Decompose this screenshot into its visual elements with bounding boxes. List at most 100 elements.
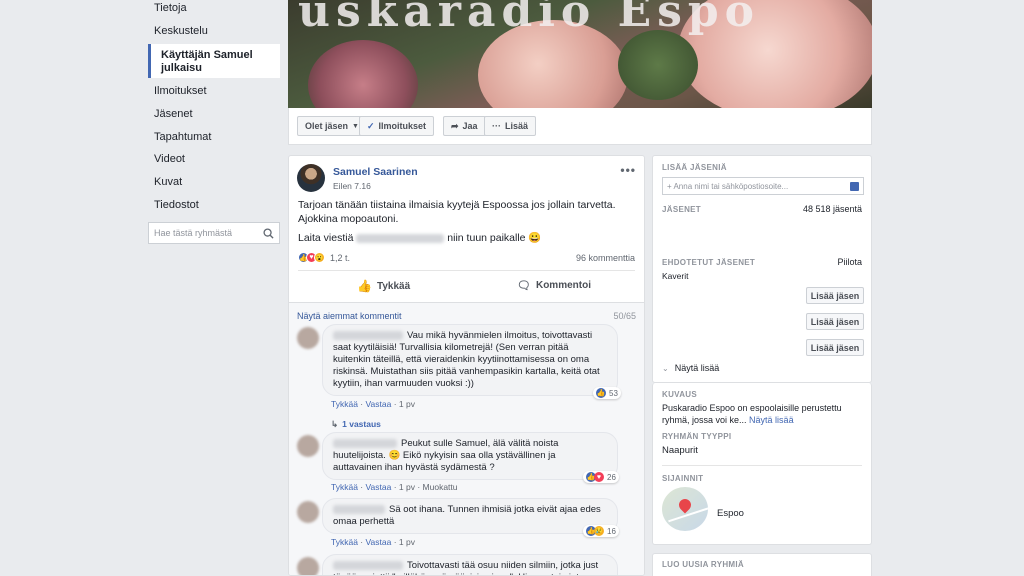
- add-member-input[interactable]: + Anna nimi tai sähköpostiosoite...: [662, 177, 864, 195]
- post-text-line1: Tarjoan tänään tiistaina ilmaisia kyytej…: [298, 199, 616, 211]
- show-more-suggestions[interactable]: ⌄ Näytä lisää: [662, 362, 719, 375]
- commenter-avatar[interactable]: [297, 557, 319, 575]
- commenter-avatar[interactable]: [297, 435, 319, 457]
- notifications-label: Ilmoitukset: [378, 121, 427, 131]
- comment-reply-link[interactable]: Vastaa: [366, 399, 392, 409]
- comment-button[interactable]: 🗨 Kommentoi: [517, 279, 591, 292]
- search-icon[interactable]: [263, 227, 274, 239]
- location-map[interactable]: [662, 487, 708, 531]
- like-button-label: Tykkää: [376, 280, 411, 292]
- nav-item-kuvat[interactable]: Kuvat: [148, 171, 280, 194]
- comment-reply-link[interactable]: Vastaa: [366, 482, 392, 492]
- add-member-button[interactable]: Lisää jäsen: [806, 313, 864, 330]
- group-action-bar: Olet jäsen ▼ ✓ Ilmoitukset ➦ Jaa ··· Lisää: [288, 108, 872, 145]
- reaction-count: 1,2 t.: [330, 252, 351, 263]
- comment-reaction-count: 16: [607, 526, 616, 536]
- nav-item-tietoja[interactable]: Tietoja: [148, 0, 280, 20]
- notifications-button[interactable]: ✓ Ilmoitukset: [359, 116, 435, 136]
- comment-reactions[interactable]: 👍 😢 16: [583, 525, 619, 537]
- hide-suggestions-link[interactable]: Piilota: [837, 256, 862, 268]
- description-more-link[interactable]: Näytä lisää: [749, 415, 794, 425]
- redacted-name: [333, 504, 385, 514]
- show-previous-comments[interactable]: Näytä aiemmat kommentit: [297, 311, 402, 321]
- nav-item-ilmoitukset[interactable]: Ilmoitukset: [148, 80, 280, 103]
- comment-like-link[interactable]: Tykkää: [331, 537, 358, 547]
- comments-pagination: 50/65: [613, 311, 636, 321]
- comment-bubble: Vau mikä hyvänmielen ilmoitus, toivottav…: [322, 324, 618, 396]
- contact-book-icon[interactable]: [850, 181, 859, 191]
- redacted-phone: [356, 233, 445, 243]
- comments-section: Näytä aiemmat kommentit 50/65 Vau mikä h…: [289, 302, 644, 575]
- thumbs-up-icon: 👍: [357, 279, 372, 293]
- add-member-placeholder: + Anna nimi tai sähköpostiosoite...: [667, 181, 789, 191]
- comment-count[interactable]: 96 kommenttia: [576, 253, 635, 263]
- wow-reaction-icon: 😮: [314, 252, 325, 263]
- comment-time: 1 pv: [398, 537, 415, 547]
- like-reaction-icon: 👍: [596, 388, 606, 398]
- group-type-title: RYHMÄN TYYPPI: [662, 432, 732, 441]
- cover-title: uskaradio Espo: [298, 0, 761, 37]
- group-info-card: KUVAUS Puskaradio Espoo on espoolaisille…: [652, 383, 872, 545]
- replies-count: 1 vastaus: [342, 419, 381, 429]
- comment-reactions[interactable]: 👍 ♥ 26: [583, 471, 619, 483]
- nav-item-videot[interactable]: Videot: [148, 148, 280, 171]
- map-pin-icon: [676, 496, 694, 514]
- show-more-label: Näytä lisää: [674, 363, 720, 373]
- comment-reaction-count: 53: [609, 388, 618, 398]
- add-member-button[interactable]: Lisää jäsen: [806, 339, 864, 356]
- post-author[interactable]: Samuel Saarinen: [333, 166, 418, 178]
- members-count[interactable]: 48 518 jäsentä: [803, 203, 862, 215]
- nav-item-jasenet[interactable]: Jäsenet: [148, 103, 280, 126]
- post-options-icon[interactable]: •••: [620, 163, 636, 177]
- group-nav: Tietoja Keskustelu Käyttäjän Samuel julk…: [148, 0, 280, 217]
- comment-bubble: Toivottavasti tää osuu niiden silmiin, j…: [322, 554, 618, 575]
- comment-reactions[interactable]: 👍 53: [593, 387, 621, 399]
- location-value[interactable]: Espoo: [717, 508, 744, 520]
- locations-title: SIJAINNIT: [662, 474, 704, 483]
- comment-button-label: Kommentoi: [535, 280, 591, 291]
- share-button[interactable]: ➦ Jaa: [443, 116, 486, 136]
- members-title: JÄSENET: [662, 205, 701, 214]
- add-member-button[interactable]: Lisää jäsen: [806, 287, 864, 304]
- friends-label: Kaverit: [662, 271, 689, 281]
- check-icon: ✓: [367, 120, 375, 131]
- comment-edited[interactable]: Muokattu: [423, 482, 458, 492]
- description: Puskaradio Espoo on espoolaisille perust…: [662, 402, 862, 426]
- more-button[interactable]: ··· Lisää: [484, 116, 537, 136]
- group-search-input[interactable]: Hae tästä ryhmästä: [148, 222, 280, 244]
- comment-reply-link[interactable]: Vastaa: [366, 537, 392, 547]
- author-avatar[interactable]: [297, 164, 325, 192]
- member-status-label: Olet jäsen: [305, 121, 349, 131]
- group-search-placeholder: Hae tästä ryhmästä: [154, 228, 233, 238]
- post-timestamp[interactable]: Eilen 7.16: [333, 181, 371, 191]
- group-type-value: Naapurit: [662, 445, 698, 456]
- like-button[interactable]: 👍 Tykkää: [357, 279, 410, 293]
- replies-link[interactable]: ↳ 1 vastaus: [331, 419, 381, 430]
- post-text-line3: Laita viestiä niin tuun paikalle 😀: [298, 231, 542, 244]
- nav-item-tiedostot[interactable]: Tiedostot: [148, 194, 280, 217]
- commenter-avatar[interactable]: [297, 501, 319, 523]
- divider: [662, 465, 862, 466]
- more-label: Lisää: [505, 121, 529, 131]
- nav-item-keskustelu[interactable]: Keskustelu: [148, 20, 280, 43]
- sad-reaction-icon: 😢: [594, 526, 604, 536]
- comment-like-link[interactable]: Tykkää: [331, 482, 358, 492]
- share-icon: ➦: [451, 120, 459, 131]
- post-text-line2: Ajokkina mopoautoni.: [298, 213, 399, 225]
- member-status-button[interactable]: Olet jäsen ▼: [297, 116, 367, 136]
- more-dots-icon: ···: [492, 121, 501, 131]
- nav-item-tapahtumat[interactable]: Tapahtumat: [148, 126, 280, 149]
- nav-item-samuel-post[interactable]: Käyttäjän Samuel julkaisu: [148, 44, 280, 79]
- comment-time: 1 pv: [398, 482, 415, 492]
- redacted-name: [333, 560, 403, 570]
- commenter-avatar[interactable]: [297, 327, 319, 349]
- post-reactions[interactable]: 👍 ♥ 😮 1,2 t.: [298, 252, 350, 263]
- post-text-line3-end: niin tuun paikalle 😀: [447, 232, 542, 244]
- comment-meta: Tykkää · Vastaa · 1 pv · Muokattu: [331, 482, 458, 492]
- comment-like-link[interactable]: Tykkää: [331, 399, 358, 409]
- cover-flower: [308, 40, 418, 108]
- comment-bubble: Peukut sulle Samuel, älä välitä noista h…: [322, 432, 618, 480]
- comment-meta: Tykkää · Vastaa · 1 pv: [331, 399, 415, 409]
- comment-reaction-count: 26: [607, 472, 616, 482]
- suggested-members-title: EHDOTETUT JÄSENET: [662, 258, 756, 267]
